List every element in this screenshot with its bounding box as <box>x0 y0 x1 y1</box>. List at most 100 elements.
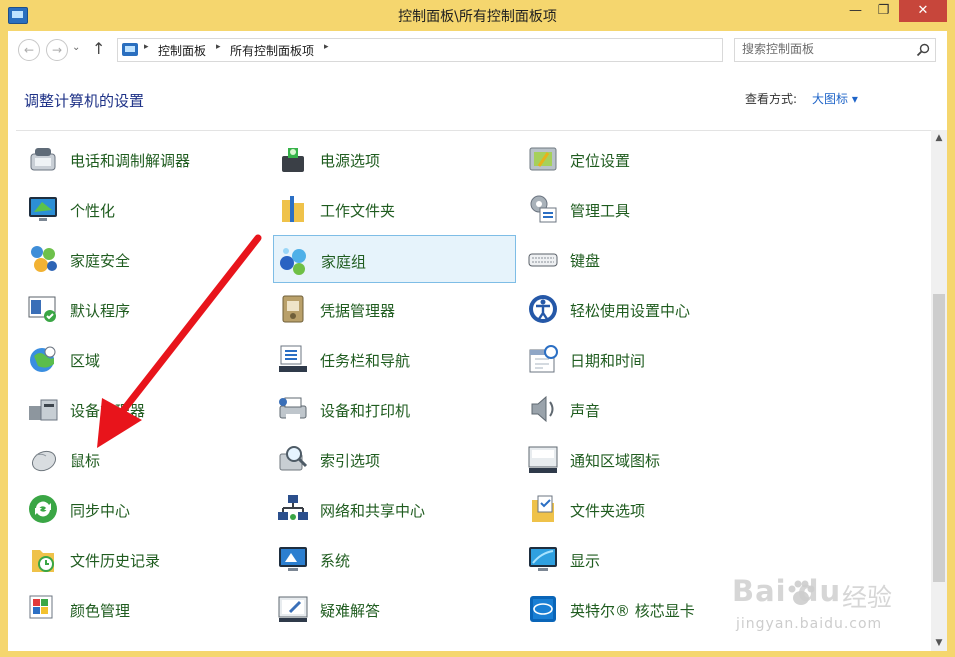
family-safety-icon <box>31 246 57 272</box>
view-by-label: 查看方式: <box>745 92 798 106</box>
close-button[interactable]: ✕ <box>899 0 947 22</box>
power-options-icon <box>282 148 304 172</box>
control-panel-item[interactable]: 网络和共享中心 <box>273 485 516 533</box>
control-panel-item-label: 电源选项 <box>320 152 381 170</box>
folder-options-icon <box>532 495 554 522</box>
control-panel-item[interactable]: 文件夹选项 <box>523 485 766 533</box>
control-panel-item-label: 定位设置 <box>570 152 631 170</box>
control-panel-item[interactable]: 文件历史记录 <box>23 535 266 583</box>
control-panel-item[interactable]: 设备和打印机 <box>273 385 516 433</box>
control-panel-item[interactable]: 区域 <box>23 335 266 383</box>
control-panel-item[interactable]: 电源选项 <box>273 135 516 183</box>
breadcrumb-separator-icon[interactable]: ▸ <box>324 42 329 52</box>
watermark-url: jingyan.baidu.com <box>736 616 883 632</box>
control-panel-item[interactable]: 任务栏和导航 <box>273 335 516 383</box>
scrollbar-thumb[interactable] <box>933 294 945 582</box>
scroll-up-button[interactable]: ▲ <box>931 130 947 146</box>
control-panel-item[interactable]: 疑难解答 <box>273 585 516 633</box>
breadcrumb-separator-icon[interactable]: ▸ <box>216 42 221 52</box>
control-panel-item-label: 工作文件夹 <box>320 202 396 220</box>
breadcrumb-separator-icon[interactable]: ▸ <box>144 42 149 52</box>
admin-tools-icon <box>530 195 557 223</box>
recent-locations-chevron-icon[interactable]: ⌄ <box>72 42 80 53</box>
homegroup-icon <box>280 248 306 275</box>
control-panel-item[interactable]: 个性化 <box>23 185 266 233</box>
control-panel-item[interactable]: 颜色管理 <box>23 585 266 633</box>
title-bar: 控制面板\所有控制面板项 — ❐ ✕ <box>0 0 955 31</box>
control-panel-item[interactable]: 键盘 <box>523 235 766 283</box>
control-panel-item-label: 键盘 <box>570 252 601 270</box>
devices-printers-icon <box>279 397 307 420</box>
control-panel-small-icon <box>122 43 138 56</box>
control-panel-item[interactable]: 电话和调制解调器 <box>23 135 266 183</box>
file-history-icon <box>32 550 54 572</box>
maximize-button[interactable]: ❐ <box>870 0 897 22</box>
control-panel-item[interactable]: 同步中心 <box>23 485 266 533</box>
control-panel-item-label: 凭据管理器 <box>320 302 396 320</box>
baidu-jingyan-watermark: Bai du 经验 jingyan.baidu.com <box>732 572 932 644</box>
control-panel-item[interactable]: 通知区域图标 <box>523 435 766 483</box>
up-button[interactable]: ↑ <box>92 39 105 58</box>
control-panel-item[interactable]: 工作文件夹 <box>273 185 516 233</box>
control-panel-item[interactable]: 轻松使用设置中心 <box>523 285 766 333</box>
control-panel-item[interactable]: 声音 <box>523 385 766 433</box>
baidu-paw-logo-icon <box>788 580 815 605</box>
control-panel-item[interactable]: 定位设置 <box>523 135 766 183</box>
control-panel-item-label: 文件夹选项 <box>570 502 646 520</box>
control-panel-item[interactable]: 鼠标 <box>23 435 266 483</box>
control-panel-item[interactable]: 设备管理器 <box>23 385 266 433</box>
scroll-down-button[interactable]: ▼ <box>931 635 947 651</box>
search-icon[interactable] <box>915 42 931 58</box>
control-panel-item-label: 管理工具 <box>570 202 631 220</box>
divider <box>16 130 939 131</box>
control-panel-item[interactable]: 凭据管理器 <box>273 285 516 333</box>
sync-center-icon <box>29 495 57 523</box>
control-panel-item[interactable]: 家庭组 <box>273 235 516 283</box>
work-folders-icon <box>282 196 304 222</box>
control-panel-item[interactable]: 日期和时间 <box>523 335 766 383</box>
control-panel-item[interactable]: 显示 <box>523 535 766 583</box>
breadcrumb-control-panel[interactable]: 控制面板 <box>158 42 206 59</box>
troubleshooting-icon <box>278 596 308 622</box>
control-panel-item-label: 轻松使用设置中心 <box>570 302 691 320</box>
default-programs-icon <box>28 296 56 322</box>
control-panel-item[interactable]: 系统 <box>273 535 516 583</box>
back-button[interactable]: ← <box>18 39 40 61</box>
content-area: 调整计算机的设置 查看方式: 大图标 ▾ 电话和调制解调器 电源选项 定位设置个性化… <box>8 68 947 651</box>
location-settings-icon <box>529 147 557 171</box>
control-panel-item-label: 个性化 <box>70 202 116 220</box>
address-field[interactable]: ▸ 控制面板 ▸ 所有控制面板项 ▸ ⌄ ↻ <box>117 38 827 62</box>
display-icon <box>529 547 557 571</box>
control-panel-item-label: 家庭组 <box>321 253 367 271</box>
control-panel-item-label: 家庭安全 <box>70 252 131 270</box>
control-panel-item-label: 疑难解答 <box>320 602 381 620</box>
control-panel-item[interactable]: 索引选项 <box>273 435 516 483</box>
search-box <box>734 38 936 62</box>
network-sharing-icon <box>278 495 308 520</box>
control-panel-item-label: 显示 <box>570 552 601 570</box>
watermark-cn: 经验 <box>842 583 893 612</box>
control-panel-item[interactable]: 默认程序 <box>23 285 266 333</box>
control-panel-item[interactable]: 英特尔® 核芯显卡 <box>523 585 766 633</box>
control-panel-item-label: 默认程序 <box>70 302 131 320</box>
credential-manager-icon <box>282 295 304 323</box>
taskbar-navigation-icon <box>279 345 307 372</box>
window-title: 控制面板\所有控制面板项 <box>398 9 557 25</box>
search-input[interactable] <box>735 39 912 59</box>
control-panel-item[interactable]: 管理工具 <box>523 185 766 233</box>
vertical-scrollbar[interactable]: ▲ ▼ <box>931 130 947 651</box>
view-by-dropdown[interactable]: 大图标 ▾ <box>812 90 858 107</box>
indexing-options-icon <box>279 446 308 471</box>
control-panel-item-label: 区域 <box>70 352 101 370</box>
mouse-icon <box>31 450 57 472</box>
minimize-button[interactable]: — <box>842 0 869 22</box>
forward-button[interactable]: → <box>46 39 68 61</box>
breadcrumb-all-items[interactable]: 所有控制面板项 <box>230 42 314 59</box>
control-panel-item-label: 设备管理器 <box>70 402 146 420</box>
control-panel-item[interactable]: 家庭安全 <box>23 235 266 283</box>
ease-of-access-icon <box>529 295 557 323</box>
control-panel-item-label: 同步中心 <box>70 502 131 520</box>
system-icon <box>279 547 307 571</box>
page-title: 调整计算机的设置 <box>24 92 145 110</box>
control-panel-item-label: 颜色管理 <box>70 602 131 620</box>
